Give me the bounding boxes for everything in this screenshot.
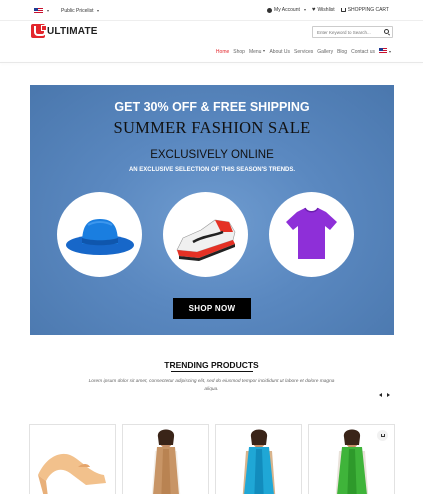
trending-description: Lorem ipsum dolor sit amet, consectetur …	[88, 379, 335, 392]
sneaker-image	[176, 219, 236, 261]
us-flag-icon	[34, 8, 43, 14]
add-to-cart-button[interactable]	[377, 430, 388, 441]
main-nav: Home Shop Menu About Us Services Gallery…	[216, 48, 391, 55]
trending-underline	[171, 371, 253, 372]
nav-item-gallery[interactable]: Gallery	[317, 49, 333, 55]
nav-item-services[interactable]: Services	[294, 49, 313, 55]
carousel-prev-icon[interactable]	[379, 393, 382, 397]
heart-icon: ♥	[311, 6, 316, 13]
banner-sneaker-image	[163, 192, 248, 277]
product-card[interactable]	[215, 424, 302, 494]
header-divider	[0, 62, 423, 63]
nav-item-contact-us[interactable]: Contact us	[351, 49, 375, 55]
nav-language-selector[interactable]	[379, 48, 391, 55]
product-card[interactable]	[308, 424, 395, 494]
heel-shoe-image	[38, 453, 106, 494]
search-input[interactable]	[313, 27, 379, 37]
nav-item-about-us[interactable]: About Us	[269, 49, 290, 55]
search-icon[interactable]	[384, 29, 389, 34]
banner-hat-image	[57, 192, 142, 277]
user-icon	[267, 7, 273, 13]
nav-item-menu[interactable]: Menu	[249, 49, 266, 55]
language-selector[interactable]	[34, 8, 49, 16]
product-card[interactable]	[29, 424, 116, 494]
shopping-cart-link[interactable]: SHOPPING CART	[340, 7, 389, 13]
cart-icon	[380, 434, 385, 437]
cart-icon	[340, 8, 346, 12]
pricelist-label: Public Pricelist	[61, 8, 94, 14]
product-card[interactable]	[122, 424, 209, 494]
logo-text: ULTIMATE	[47, 25, 98, 37]
model-scarf-image	[242, 429, 276, 494]
banner-tagline: AN EXCLUSIVE SELECTION OF THIS SEASON'S …	[128, 167, 296, 173]
nav-item-menu-label: Menu	[248, 48, 262, 55]
wishlist-label: Wishlist	[317, 7, 335, 13]
banner-offer-text: GET 30% OFF & FREE SHIPPING	[114, 100, 310, 114]
us-flag-icon	[379, 48, 387, 53]
carousel-controls	[379, 393, 390, 397]
chevron-down-icon	[263, 50, 266, 53]
nav-item-blog[interactable]: Blog	[337, 49, 347, 55]
tshirt-image	[286, 207, 337, 259]
promo-banner: GET 30% OFF & FREE SHIPPING SUMMER FASHI…	[30, 85, 394, 335]
wishlist-link[interactable]: ♥ Wishlist	[311, 6, 335, 14]
top-bar: Public Pricelist My Account ♥ Wishlist S…	[0, 0, 423, 20]
shop-now-button[interactable]: SHOP NOW	[173, 298, 251, 319]
shopping-cart-label: SHOPPING CART	[347, 7, 389, 13]
chevron-down-icon	[303, 9, 306, 11]
banner-title: SUMMER FASHION SALE	[113, 118, 311, 137]
banner-subtitle: EXCLUSIVELY ONLINE	[150, 149, 274, 161]
chevron-down-icon	[96, 9, 99, 12]
banner-tshirt-image	[269, 192, 354, 277]
logo-mark-icon	[31, 24, 47, 38]
my-account-menu[interactable]: My Account	[267, 7, 306, 13]
site-logo[interactable]: ULTIMATE	[31, 24, 98, 38]
search-box	[312, 26, 393, 38]
pricelist-selector[interactable]: Public Pricelist	[61, 8, 99, 14]
divider	[0, 20, 423, 21]
model-scarf-image	[151, 429, 181, 494]
nav-item-shop[interactable]: Shop	[233, 49, 245, 55]
chevron-down-icon	[47, 10, 49, 12]
carousel-next-icon[interactable]	[387, 393, 390, 397]
my-account-label: My Account	[274, 7, 300, 13]
nav-item-home[interactable]: Home	[216, 49, 229, 55]
trending-title: TRENDING PRODUCTS	[164, 360, 259, 370]
hat-image	[66, 219, 134, 255]
chevron-down-icon	[389, 50, 391, 53]
